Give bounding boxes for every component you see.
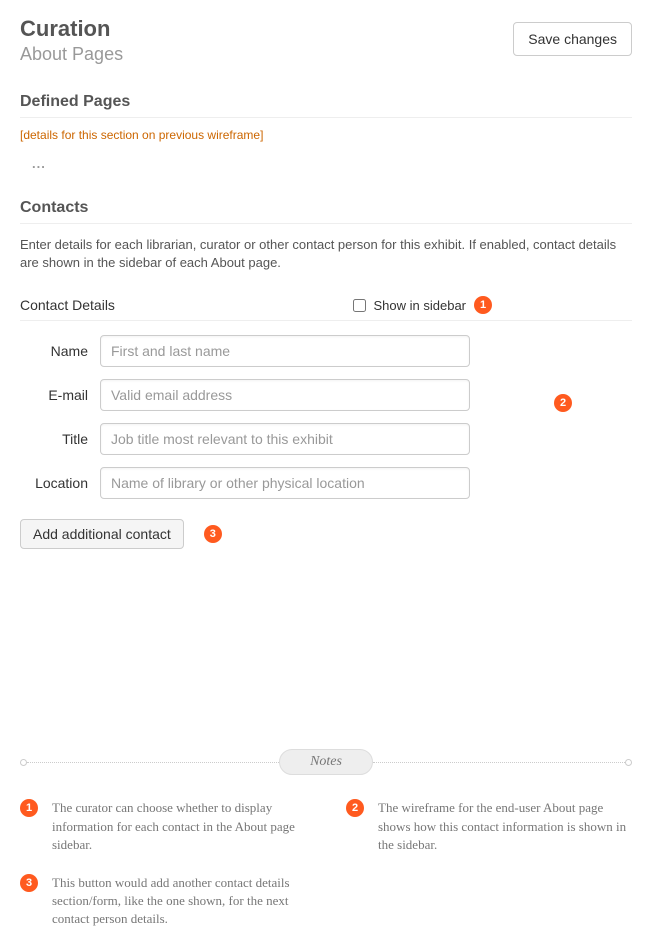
note-badge-3: 3 [20,874,38,892]
page-title: Curation [20,16,123,42]
contacts-intro: Enter details for each librarian, curato… [20,236,632,272]
divider-circle-icon [625,759,632,766]
note-item: 2 The wireframe for the end-user About p… [346,799,632,854]
ellipsis-icon: ... [32,156,632,171]
divider-line [373,762,625,763]
note-badge-2: 2 [346,799,364,817]
contacts-heading: Contacts [20,199,632,224]
email-label: E-mail [20,387,100,403]
name-input[interactable] [100,335,470,367]
name-label: Name [20,343,100,359]
defined-pages-placeholder: [details for this section on previous wi… [20,128,632,142]
contact-details-label: Contact Details [20,297,115,313]
location-label: Location [20,475,100,491]
annotation-badge-1: 1 [474,296,492,314]
page-subtitle: About Pages [20,44,123,65]
note-item: 1 The curator can choose whether to disp… [20,799,306,854]
note-text-2: The wireframe for the end-user About pag… [378,799,632,854]
location-input[interactable] [100,467,470,499]
annotation-badge-3: 3 [204,525,222,543]
note-text-1: The curator can choose whether to displa… [52,799,306,854]
divider-line [27,762,279,763]
note-item: 3 This button would add another contact … [20,874,306,929]
show-in-sidebar-label: Show in sidebar [374,298,467,313]
annotation-badge-2: 2 [554,394,572,412]
email-input[interactable] [100,379,470,411]
note-badge-1: 1 [20,799,38,817]
save-changes-button[interactable]: Save changes [513,22,632,56]
note-text-3: This button would add another contact de… [52,874,306,929]
show-in-sidebar-checkbox[interactable] [353,299,366,312]
add-additional-contact-button[interactable]: Add additional contact [20,519,184,549]
divider-circle-icon [20,759,27,766]
title-input[interactable] [100,423,470,455]
title-label: Title [20,431,100,447]
notes-label: Notes [279,749,373,775]
defined-pages-heading: Defined Pages [20,93,632,118]
